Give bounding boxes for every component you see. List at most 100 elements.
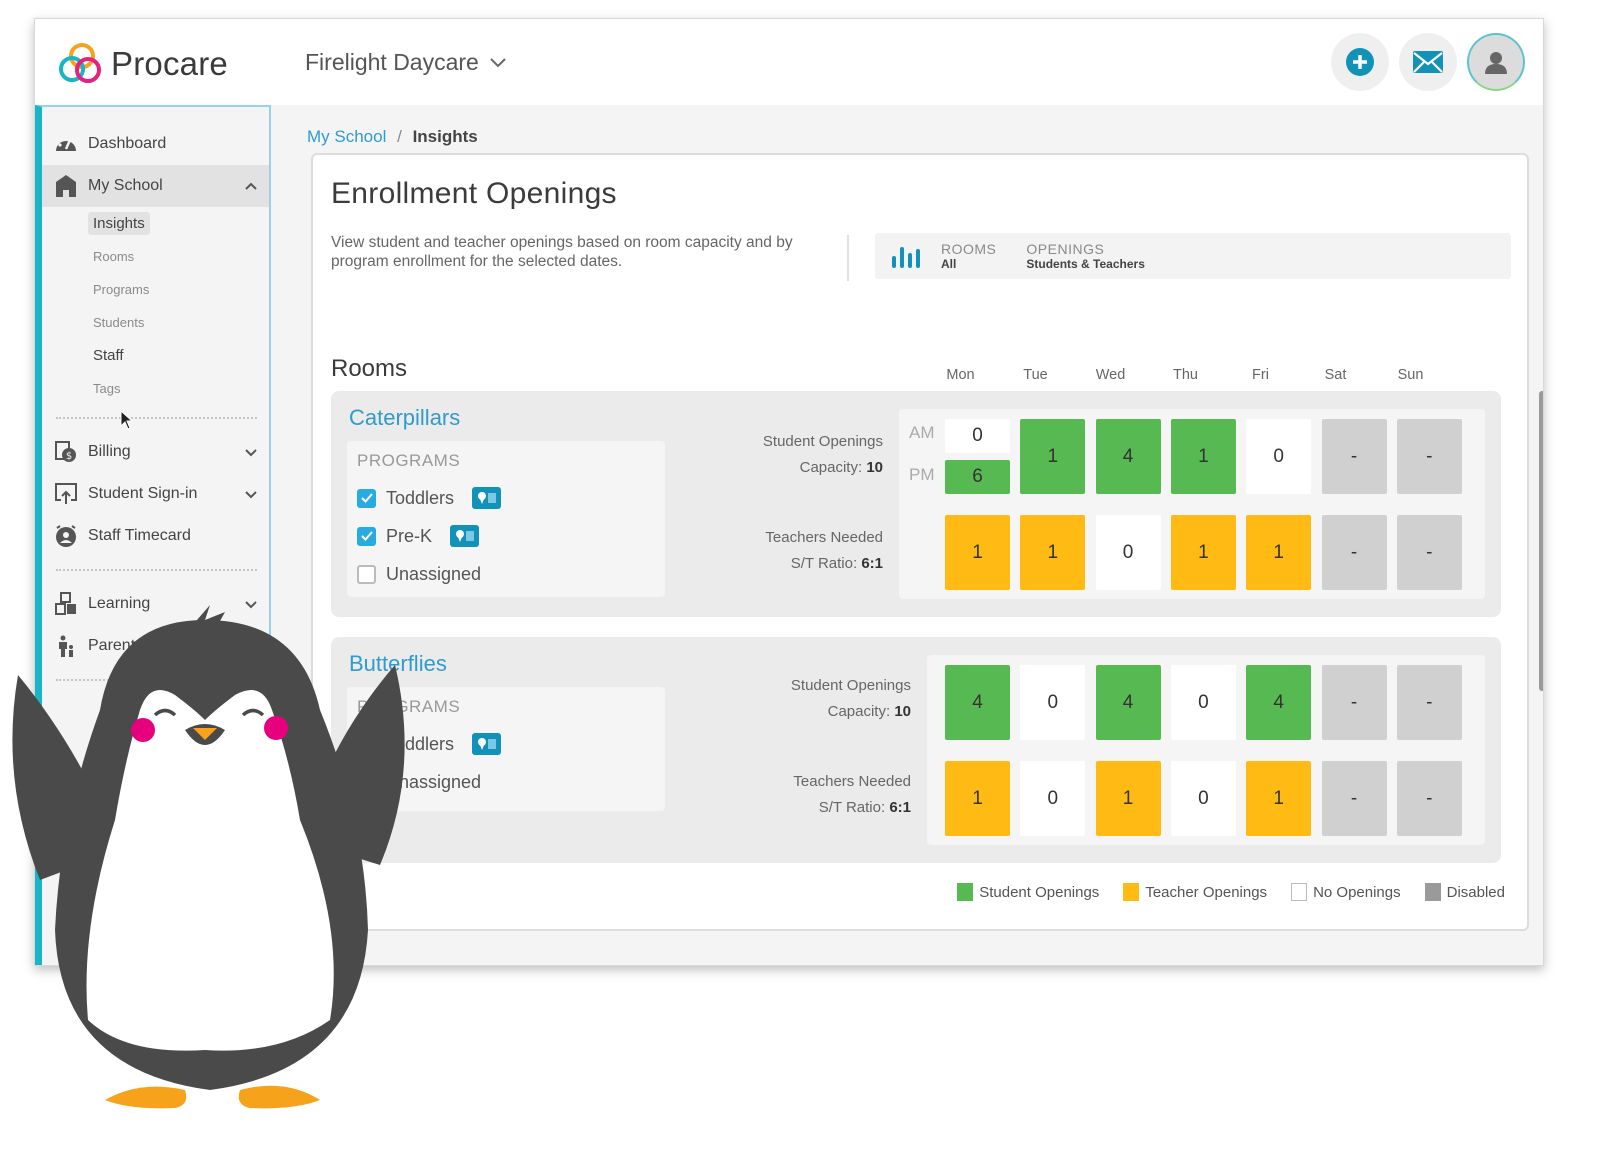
school-icon <box>54 174 78 198</box>
sidebar-item-label: Billing <box>88 443 131 460</box>
breadcrumb-my-school-link[interactable]: My School <box>307 127 386 146</box>
sidebar-item-billing[interactable]: $ Billing <box>42 431 269 473</box>
rooms-filter[interactable]: ROOMS All <box>941 241 996 271</box>
teacher-opening-cell[interactable]: 1 <box>1095 761 1161 836</box>
program-checkbox[interactable] <box>357 526 376 546</box>
add-button[interactable] <box>1331 33 1389 91</box>
procare-rings-icon <box>59 43 101 83</box>
sidebar-item-my-school[interactable]: My School <box>42 165 269 207</box>
day-header: Sun <box>1397 367 1424 383</box>
teacher-opening-cell[interactable]: 1 <box>1246 761 1312 836</box>
teacher-opening-cell[interactable]: 1 <box>1170 515 1236 590</box>
room-name-link[interactable]: Caterpillars <box>349 405 460 431</box>
openings-filter[interactable]: OPENINGS Students & Teachers <box>1026 241 1144 271</box>
check-icon <box>360 493 373 503</box>
student-opening-cell[interactable]: - <box>1321 665 1387 740</box>
student-opening-cell[interactable]: 1 <box>1020 419 1086 494</box>
subitem-label: Rooms <box>93 249 135 264</box>
student-opening-cell[interactable]: 4 <box>1246 665 1312 740</box>
rooms-heading: Rooms <box>331 355 408 382</box>
sidebar-subitem-tags[interactable]: Tags <box>42 372 269 405</box>
legend-item-student: Student Openings <box>957 883 1099 901</box>
pm-label: PM <box>909 465 935 484</box>
program-checkbox[interactable] <box>357 488 376 508</box>
capacity-label: Capacity: <box>799 459 863 476</box>
programs-box: PROGRAMS Toddlers Pre-K Unassigned <box>347 441 665 597</box>
plus-circle-icon <box>1346 48 1374 76</box>
student-opening-cell[interactable]: - <box>1321 419 1387 494</box>
capacity-value: 10 <box>894 703 911 720</box>
teacher-opening-cell[interactable]: - <box>1396 515 1462 590</box>
teacher-opening-cell[interactable]: - <box>1321 515 1387 590</box>
page-title: Enrollment Openings <box>331 177 617 210</box>
openings-grid: AM PM 061410--11011-- <box>899 409 1485 599</box>
metric-title: Teachers Needed <box>765 529 883 546</box>
sidebar-subitem-rooms[interactable]: Rooms <box>42 240 269 273</box>
teacher-opening-cell[interactable]: 1 <box>1246 515 1312 590</box>
top-actions <box>1331 33 1525 91</box>
subitem-label: Staff <box>93 347 124 364</box>
legend: Student Openings Teacher Openings No Ope… <box>957 883 1505 901</box>
program-checkbox[interactable] <box>357 564 376 584</box>
messages-button[interactable] <box>1399 33 1457 91</box>
ratio-label: S/T Ratio: <box>818 799 886 816</box>
student-opening-cell[interactable]: 0 <box>1170 665 1236 740</box>
legend-swatch <box>1291 883 1308 901</box>
sidebar-subitem-staff[interactable]: Staff <box>42 339 269 372</box>
sidebar-item-staff-timecard[interactable]: Staff Timecard <box>42 515 269 557</box>
sidebar-divider <box>56 417 257 419</box>
dashboard-icon <box>54 132 78 156</box>
enrollment-openings-card: Enrollment Openings View student and tea… <box>311 153 1529 931</box>
day-header: Sat <box>1324 367 1347 383</box>
program-badge[interactable] <box>472 733 502 755</box>
student-opening-cell-pm[interactable]: 6 <box>945 460 1010 494</box>
penguin-foot <box>105 1086 187 1109</box>
student-opening-cell[interactable]: 4 <box>945 665 1010 740</box>
program-label: Toddlers <box>386 487 455 508</box>
sidebar-item-label: Dashboard <box>88 135 167 152</box>
capacity-line: Capacity: 10 <box>791 699 911 725</box>
teachers-needed-label: Teachers Needed S/T Ratio: 6:1 <box>765 525 883 577</box>
chevron-up-icon <box>245 182 257 190</box>
program-badge[interactable] <box>450 525 480 547</box>
sidebar-item-student-sign-in[interactable]: Student Sign-in <box>42 473 269 515</box>
teacher-opening-cell[interactable]: 1 <box>945 761 1010 836</box>
teacher-opening-cell[interactable]: 1 <box>945 515 1010 590</box>
teacher-opening-cell[interactable]: 0 <box>1170 761 1236 836</box>
room-card-caterpillars: Caterpillars PROGRAMS Toddlers Pre-K Una… <box>331 391 1501 617</box>
mouse-cursor-icon <box>120 410 134 430</box>
program-badge[interactable] <box>472 487 502 509</box>
student-opening-cell[interactable]: 0 <box>1020 665 1086 740</box>
teacher-opening-cell[interactable]: 0 <box>1095 515 1161 590</box>
teacher-opening-cell[interactable]: 1 <box>1020 515 1086 590</box>
student-opening-cell[interactable]: - <box>1396 665 1462 740</box>
procare-logo[interactable]: Procare <box>55 41 228 87</box>
sidebar-subitem-students[interactable]: Students <box>42 306 269 339</box>
school-selector[interactable]: Firelight Daycare <box>305 49 507 76</box>
student-opening-cell[interactable]: - <box>1396 419 1462 494</box>
breadcrumb-separator: / <box>397 127 402 146</box>
program-card-icon <box>477 738 496 750</box>
sidebar-subitem-programs[interactable]: Programs <box>42 273 269 306</box>
penguin-foot <box>238 1085 320 1109</box>
content-scrollbar[interactable] <box>1539 391 1543 691</box>
teacher-opening-cell[interactable]: 0 <box>1020 761 1086 836</box>
day-headers: Mon Tue Wed Thu Fri Sat Sun <box>923 367 1448 383</box>
header-divider <box>847 235 849 281</box>
profile-avatar-button[interactable] <box>1467 33 1525 91</box>
student-opening-cell[interactable]: 4 <box>1095 419 1161 494</box>
sidebar-item-dashboard[interactable]: Dashboard <box>42 123 269 165</box>
program-card-icon <box>477 492 496 504</box>
student-opening-cell-am[interactable]: 0 <box>945 419 1010 453</box>
student-opening-cell[interactable]: 1 <box>1170 419 1236 494</box>
student-opening-cell[interactable]: 0 <box>1246 419 1312 494</box>
am-label: AM <box>909 423 935 442</box>
filter-bar[interactable]: ROOMS All OPENINGS Students & Teachers <box>875 233 1511 279</box>
teacher-opening-cell[interactable]: - <box>1396 761 1462 836</box>
mail-icon <box>1413 51 1443 73</box>
subitem-label: Insights <box>88 212 150 235</box>
rooms-filter-value: All <box>941 257 957 271</box>
sidebar-subitem-insights[interactable]: Insights <box>42 207 269 240</box>
teacher-opening-cell[interactable]: - <box>1321 761 1387 836</box>
student-opening-cell[interactable]: 4 <box>1095 665 1161 740</box>
